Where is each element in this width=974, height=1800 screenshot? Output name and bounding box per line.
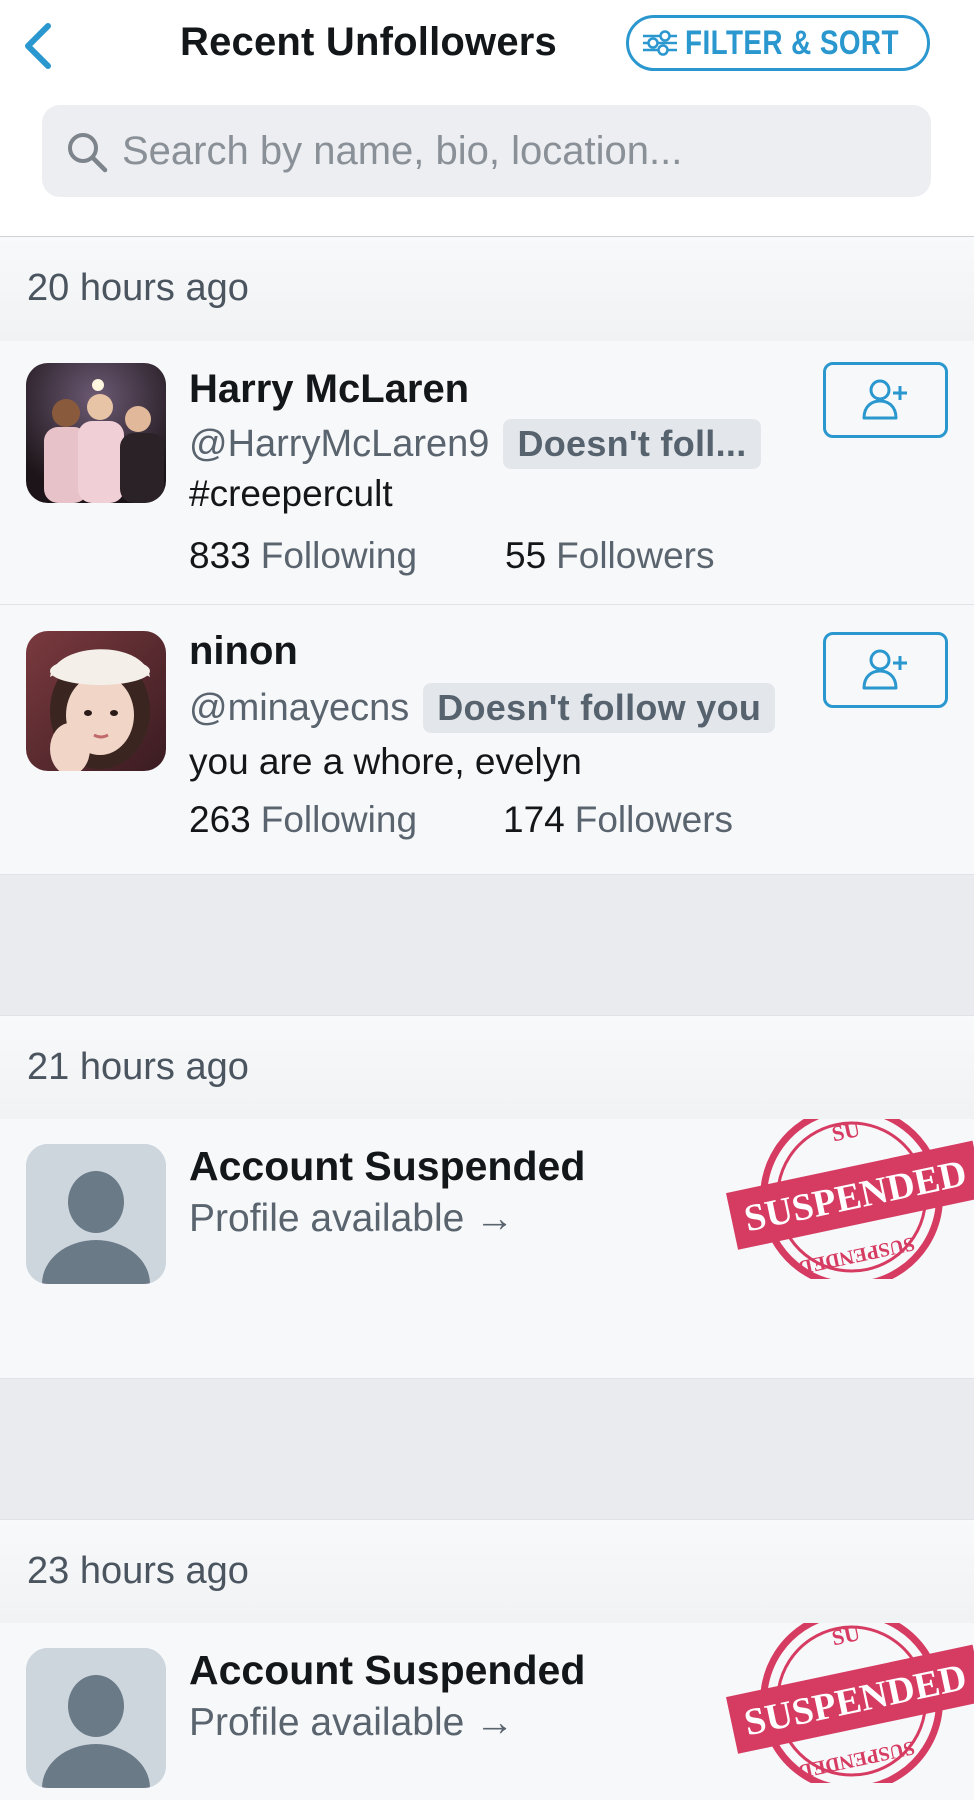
user-handle-line: @minayecns Doesn't follow you <box>189 683 776 733</box>
followers-label: Followers <box>556 535 715 576</box>
user-handle: @HarryMcLaren9 <box>189 422 490 465</box>
user-handle: @minayecns <box>189 686 410 729</box>
avatar[interactable] <box>26 1144 166 1284</box>
follow-status-badge: Doesn't foll... <box>503 419 761 469</box>
account-suspended-title: Account Suspended <box>189 1647 586 1693</box>
default-avatar-icon <box>26 1648 166 1788</box>
search-icon <box>68 133 108 173</box>
filter-sort-button[interactable]: FILTER & SORT <box>626 15 930 71</box>
search-box[interactable] <box>42 105 931 197</box>
section-header: 23 hours ago <box>0 1519 974 1623</box>
followers-label: Followers <box>574 799 734 840</box>
user-stats: 833 Following 55 Followers <box>189 535 714 577</box>
section-header: 21 hours ago <box>0 1015 974 1119</box>
profile-available-link[interactable]: Profile available → <box>189 1701 514 1745</box>
page-title: Recent Unfollowers <box>180 20 557 64</box>
avatar[interactable] <box>26 363 166 503</box>
avatar[interactable] <box>26 631 166 771</box>
follow-button[interactable] <box>823 362 948 438</box>
add-user-icon <box>862 379 907 420</box>
profile-photo <box>26 631 166 771</box>
avatar[interactable] <box>26 1648 166 1788</box>
add-user-icon <box>862 649 907 690</box>
user-row[interactable]: Account Suspended Profile available → SU… <box>0 1623 974 1800</box>
filter-sliders-icon <box>643 30 677 56</box>
following-label: Following <box>260 799 418 840</box>
follow-status-badge: Doesn't follow you <box>423 683 776 733</box>
section-time-label: 23 hours ago <box>27 1550 249 1592</box>
section-header: 20 hours ago <box>0 237 974 341</box>
user-handle-line: @HarryMcLaren9 Doesn't foll... <box>189 419 761 469</box>
user-row[interactable]: Harry McLaren @HarryMcLaren9 Doesn't fol… <box>0 341 974 605</box>
search-input[interactable] <box>122 105 912 197</box>
followers-count: 55 <box>505 535 547 576</box>
user-stats: 263 Following 174 Followers <box>189 799 733 841</box>
section-time-label: 21 hours ago <box>27 1046 249 1088</box>
suspended-stamp: SU SUSPENDED SUSPENDED <box>722 1119 974 1279</box>
following-label: Following <box>260 535 418 576</box>
user-bio: #creepercult <box>189 473 393 514</box>
default-avatar-icon <box>26 1144 166 1284</box>
back-button[interactable] <box>18 18 62 74</box>
svg-text:SU: SU <box>829 1623 862 1650</box>
back-chevron-icon <box>25 23 51 69</box>
following-count: 263 <box>189 799 251 840</box>
filter-sort-label: FILTER & SORT <box>685 23 899 62</box>
user-row[interactable]: ninon @minayecns Doesn't follow you you … <box>0 605 974 875</box>
account-suspended-title: Account Suspended <box>189 1143 586 1189</box>
section-time-label: 20 hours ago <box>27 267 249 309</box>
profile-photo <box>26 363 166 503</box>
following-count: 833 <box>189 535 251 576</box>
user-name: ninon <box>189 629 298 673</box>
svg-text:SU: SU <box>829 1119 862 1146</box>
profile-available-link[interactable]: Profile available → <box>189 1197 514 1241</box>
user-bio: you are a whore, evelyn <box>189 741 582 782</box>
user-row[interactable]: Account Suspended Profile available → SU… <box>0 1119 974 1379</box>
followers-count: 174 <box>503 799 565 840</box>
suspended-stamp: SU SUSPENDED SUSPENDED <box>722 1623 974 1783</box>
follow-button[interactable] <box>823 632 948 708</box>
top-bar: Recent Unfollowers FILTER & SORT <box>0 0 974 237</box>
user-name: Harry McLaren <box>189 367 470 411</box>
